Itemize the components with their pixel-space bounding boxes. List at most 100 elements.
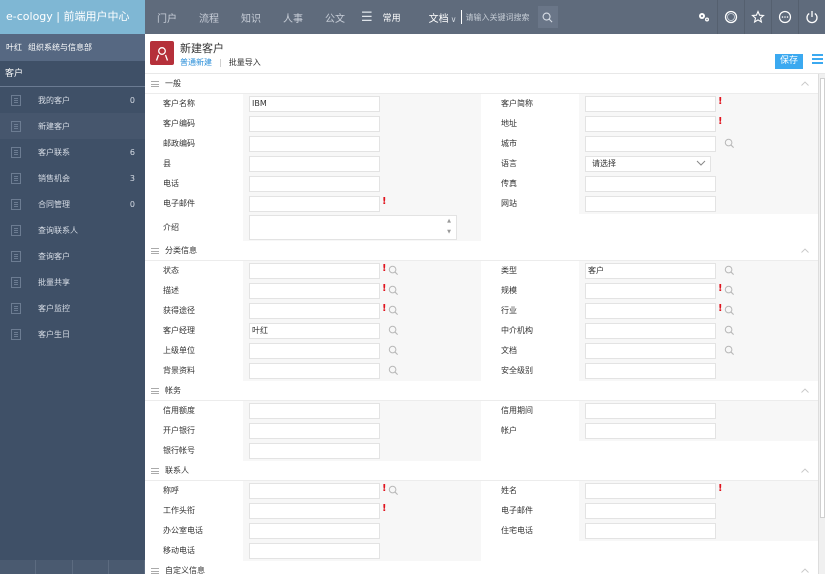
collapse-icon[interactable] [800, 246, 810, 256]
field-input[interactable] [585, 322, 716, 339]
search-icon[interactable] [724, 325, 735, 336]
logout-button[interactable] [798, 0, 825, 34]
field-input[interactable] [585, 115, 716, 132]
search-icon[interactable] [388, 365, 399, 376]
sidebar-item[interactable]: 新建客户 [0, 113, 145, 139]
sidebar-item[interactable]: 查询客户 [0, 243, 145, 269]
language-select[interactable]: 请选择 [585, 155, 711, 172]
field-input[interactable] [585, 95, 716, 112]
field-input[interactable] [249, 482, 380, 499]
field-input[interactable] [249, 95, 380, 112]
hamburger-icon[interactable]: ☰ [361, 10, 373, 25]
field-input[interactable] [585, 402, 716, 419]
search-button[interactable] [537, 6, 558, 28]
field-input[interactable] [249, 502, 380, 519]
field-input[interactable] [249, 422, 380, 439]
intro-textarea[interactable] [249, 214, 457, 240]
scroll-thumb[interactable] [820, 78, 825, 518]
nav-common[interactable]: 常用 [383, 11, 401, 24]
tab-batch-import[interactable]: 批量导入 [229, 57, 261, 68]
sidebar-item[interactable]: 客户联系 6 [0, 139, 145, 165]
footer-button[interactable] [0, 560, 37, 574]
search-input[interactable] [465, 8, 536, 26]
tab-normal-create[interactable]: 普通新建 [180, 57, 212, 68]
field-input[interactable] [249, 542, 380, 559]
sidebar-item[interactable]: 查询联系人 [0, 217, 145, 243]
scrollbar[interactable] [818, 74, 825, 574]
field-input[interactable] [249, 115, 380, 132]
search-icon[interactable] [388, 265, 399, 276]
nav-knowledge[interactable]: 知识 [241, 10, 261, 25]
field-input[interactable] [249, 135, 380, 152]
field-input[interactable] [585, 195, 716, 212]
textarea-scroll[interactable]: ▲ ▼ [443, 216, 455, 239]
collapse-icon[interactable] [800, 386, 810, 396]
field-input[interactable] [249, 302, 380, 319]
search-icon[interactable] [724, 265, 735, 276]
app-brand[interactable]: e-cology | 前端用户中心 [0, 0, 145, 34]
field-input[interactable] [249, 362, 380, 379]
field-input[interactable] [249, 522, 380, 539]
collapse-icon[interactable] [800, 466, 810, 476]
section-header-general[interactable]: 一般 [145, 74, 818, 94]
sidebar-item[interactable]: 客户生日 [0, 321, 145, 347]
field-input[interactable] [249, 155, 380, 172]
list-menu-icon[interactable] [809, 54, 823, 68]
user-info[interactable]: 叶红 组织系统与信息部 [0, 34, 145, 61]
field-input[interactable] [249, 175, 380, 192]
field-input[interactable] [585, 302, 716, 319]
nav-hr[interactable]: 人事 [283, 10, 303, 25]
field-input[interactable] [585, 135, 716, 152]
field-input[interactable] [585, 342, 716, 359]
field-input[interactable] [249, 442, 380, 459]
field-input[interactable] [585, 362, 716, 379]
sidebar-item[interactable]: 我的客户 0 [0, 87, 145, 113]
save-button[interactable]: 保存 [775, 54, 803, 69]
favorites-button[interactable] [744, 0, 771, 34]
sidebar-item[interactable]: 销售机会 3 [0, 165, 145, 191]
sidebar-item[interactable]: 合同管理 0 [0, 191, 145, 217]
field-input[interactable] [249, 262, 380, 279]
field-input[interactable] [585, 262, 716, 279]
field-input[interactable] [585, 282, 716, 299]
search-icon[interactable] [724, 345, 735, 356]
settings-button[interactable] [690, 0, 717, 34]
field-input[interactable] [585, 422, 716, 439]
search-icon[interactable] [388, 325, 399, 336]
footer-button[interactable] [36, 560, 73, 574]
search-icon[interactable] [724, 305, 735, 316]
field-input[interactable] [585, 502, 716, 519]
search-icon[interactable] [388, 285, 399, 296]
section-header-finance[interactable]: 帐务 [145, 381, 818, 401]
search-type-select[interactable]: 文档 ∨ [429, 10, 457, 25]
search-icon[interactable] [388, 485, 399, 496]
section-header-custom[interactable]: 自定义信息 [145, 561, 818, 574]
collapse-icon[interactable] [800, 79, 810, 89]
field-label: 状态 [145, 260, 243, 281]
nav-portal[interactable]: 门户 [157, 10, 177, 25]
section-header-category[interactable]: 分类信息 [145, 241, 818, 261]
field-input[interactable] [249, 402, 380, 419]
profile-button[interactable] [717, 0, 744, 34]
field-input[interactable] [585, 175, 716, 192]
form-row: 文档 [481, 340, 818, 361]
field-input[interactable] [249, 282, 380, 299]
field-input[interactable] [249, 342, 380, 359]
nav-document[interactable]: 公文 [325, 10, 345, 25]
field-input[interactable] [249, 195, 380, 212]
search-icon[interactable] [388, 345, 399, 356]
field-input[interactable] [585, 522, 716, 539]
collapse-icon[interactable] [800, 566, 810, 574]
search-icon[interactable] [724, 138, 735, 149]
sidebar-item[interactable]: 批量共享 [0, 269, 145, 295]
section-header-contact[interactable]: 联系人 [145, 461, 818, 481]
more-button[interactable] [771, 0, 798, 34]
field-input[interactable] [585, 482, 716, 499]
search-icon[interactable] [724, 285, 735, 296]
search-icon[interactable] [388, 305, 399, 316]
footer-button[interactable] [109, 560, 145, 574]
sidebar-item[interactable]: 客户监控 [0, 295, 145, 321]
field-input[interactable] [249, 322, 380, 339]
nav-workflow[interactable]: 流程 [199, 10, 219, 25]
footer-button[interactable] [73, 560, 109, 574]
